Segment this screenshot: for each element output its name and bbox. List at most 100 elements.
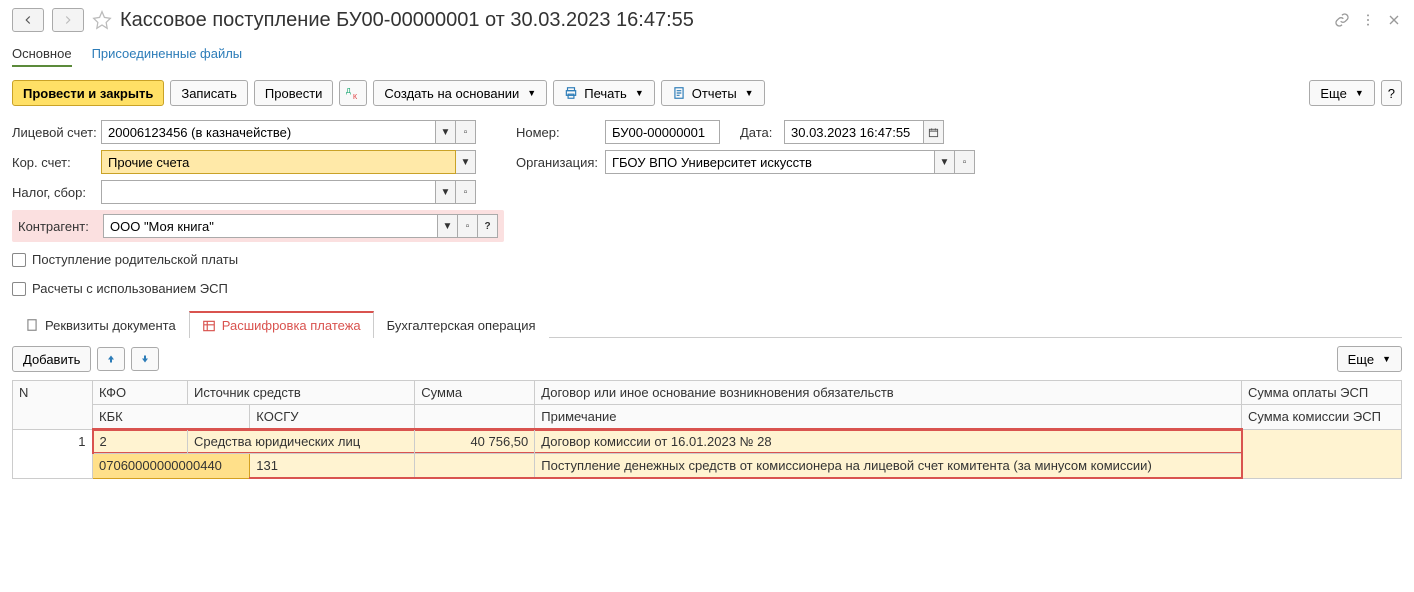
tab-more-label: Еще [1348,352,1374,367]
dropdown-button[interactable]: ▼ [456,150,476,174]
cell-kbk[interactable]: 07060000000000440 [93,454,250,479]
add-button[interactable]: Добавить [12,346,91,372]
dtkt-icon: ДК [346,86,360,100]
grid-header-row-2: КБК КОСГУ Примечание Сумма комиссии ЭСП [13,405,1402,430]
more-label: Еще [1320,86,1346,101]
dropdown-button[interactable]: ▼ [935,150,955,174]
col-kosgu[interactable]: КОСГУ [250,405,415,430]
section-tab-main[interactable]: Основное [12,42,72,67]
chevron-down-icon: ▼ [635,88,644,98]
print-icon [564,86,578,100]
write-button[interactable]: Записать [170,80,248,106]
more-button[interactable]: Еще ▼ [1309,80,1374,106]
open-button[interactable]: ▫ [458,214,478,238]
col-kbk[interactable]: КБК [93,405,250,430]
table-row[interactable]: 1 2 Средства юридических лиц 40 756,50 Д… [13,429,1402,454]
section-tab-files[interactable]: Присоединенные файлы [92,42,243,67]
dtkt-button[interactable]: ДК [339,80,367,106]
col-note[interactable]: Примечание [535,405,1242,430]
cell-src[interactable]: Средства юридических лиц [188,429,415,454]
document-icon [25,318,39,332]
cor-input[interactable] [101,150,456,174]
payment-grid: N КФО Источник средств Сумма Договор или… [12,380,1402,479]
star-icon[interactable] [92,10,112,30]
account-input[interactable] [101,120,436,144]
col-kfo[interactable]: КФО [93,381,188,405]
reports-button[interactable]: Отчеты ▼ [661,80,765,106]
col-n[interactable]: N [13,381,93,430]
print-label: Печать [584,86,627,101]
tab-more-button[interactable]: Еще ▼ [1337,346,1402,372]
grid-header-row-1: N КФО Источник средств Сумма Договор или… [13,381,1402,405]
cell-empty[interactable] [415,454,535,479]
cell-n: 1 [13,429,93,478]
tab-detail-label: Расшифровка платежа [222,318,361,333]
nav-forward-button[interactable] [52,8,84,32]
arrow-down-icon [139,353,151,365]
open-button[interactable]: ▫ [456,120,476,144]
esp-label: Расчеты с использованием ЭСП [32,281,228,296]
tab-requisites[interactable]: Реквизиты документа [12,311,189,338]
report-icon [672,86,686,100]
cell-kfo[interactable]: 2 [93,429,188,454]
nav-back-button[interactable] [12,8,44,32]
more-vertical-icon[interactable] [1360,12,1376,28]
create-based-button[interactable]: Создать на основании ▼ [373,80,547,106]
post-button[interactable]: Провести [254,80,334,106]
cell-contract[interactable]: Договор комиссии от 16.01.2023 № 28 [535,429,1242,454]
close-icon[interactable] [1386,12,1402,28]
tax-label: Налог, сбор: [12,185,97,200]
org-input[interactable] [605,150,935,174]
col-src[interactable]: Источник средств [188,381,415,405]
post-close-button[interactable]: Провести и закрыть [12,80,164,106]
open-button[interactable]: ▫ [456,180,476,204]
counter-input[interactable] [103,214,438,238]
move-down-button[interactable] [131,347,159,371]
link-icon[interactable] [1334,12,1350,28]
number-input[interactable] [605,120,720,144]
print-button[interactable]: Печать ▼ [553,80,655,106]
help-field-button[interactable]: ? [478,214,498,238]
chevron-down-icon: ▼ [1382,354,1391,364]
dropdown-button[interactable]: ▼ [436,180,456,204]
create-based-label: Создать на основании [384,86,519,101]
open-button[interactable]: ▫ [955,150,975,174]
cell-esp[interactable] [1242,429,1402,478]
tax-input[interactable] [101,180,436,204]
esp-checkbox[interactable] [12,282,26,296]
table-row[interactable]: 07060000000000440 131 Поступление денежн… [13,454,1402,479]
cell-note[interactable]: Поступление денежных средств от комиссио… [535,454,1242,479]
reports-label: Отчеты [692,86,737,101]
parent-pay-checkbox[interactable] [12,253,26,267]
calendar-button[interactable] [924,120,944,144]
date-input[interactable] [784,120,924,144]
move-up-button[interactable] [97,347,125,371]
counter-label: Контрагент: [18,219,103,234]
page-title: Кассовое поступление БУ00-00000001 от 30… [120,9,1326,32]
cell-kosgu[interactable]: 131 [250,454,415,479]
calendar-icon [928,127,939,138]
org-label: Организация: [516,155,601,170]
date-label: Дата: [740,125,780,140]
svg-text:К: К [353,94,358,100]
svg-text:Д: Д [346,88,351,95]
arrow-right-icon [61,13,75,27]
dropdown-button[interactable]: ▼ [438,214,458,238]
parent-pay-label: Поступление родительской платы [32,252,238,267]
dropdown-button[interactable]: ▼ [436,120,456,144]
col-espcomm[interactable]: Сумма комиссии ЭСП [1242,405,1402,430]
tab-accounting[interactable]: Бухгалтерская операция [374,311,549,338]
tab-detail[interactable]: Расшифровка платежа [189,311,374,338]
col-sum[interactable]: Сумма [415,381,535,405]
number-label: Номер: [516,125,601,140]
tab-requisites-label: Реквизиты документа [45,318,176,333]
col-espsum[interactable]: Сумма оплаты ЭСП [1242,381,1402,405]
col-empty [415,405,535,430]
tab-accounting-label: Бухгалтерская операция [387,318,536,333]
chevron-down-icon: ▼ [1355,88,1364,98]
cell-sum[interactable]: 40 756,50 [415,429,535,454]
chevron-down-icon: ▼ [745,88,754,98]
col-contract[interactable]: Договор или иное основание возникновения… [535,381,1242,405]
help-button[interactable]: ? [1381,80,1402,106]
chevron-down-icon: ▼ [527,88,536,98]
